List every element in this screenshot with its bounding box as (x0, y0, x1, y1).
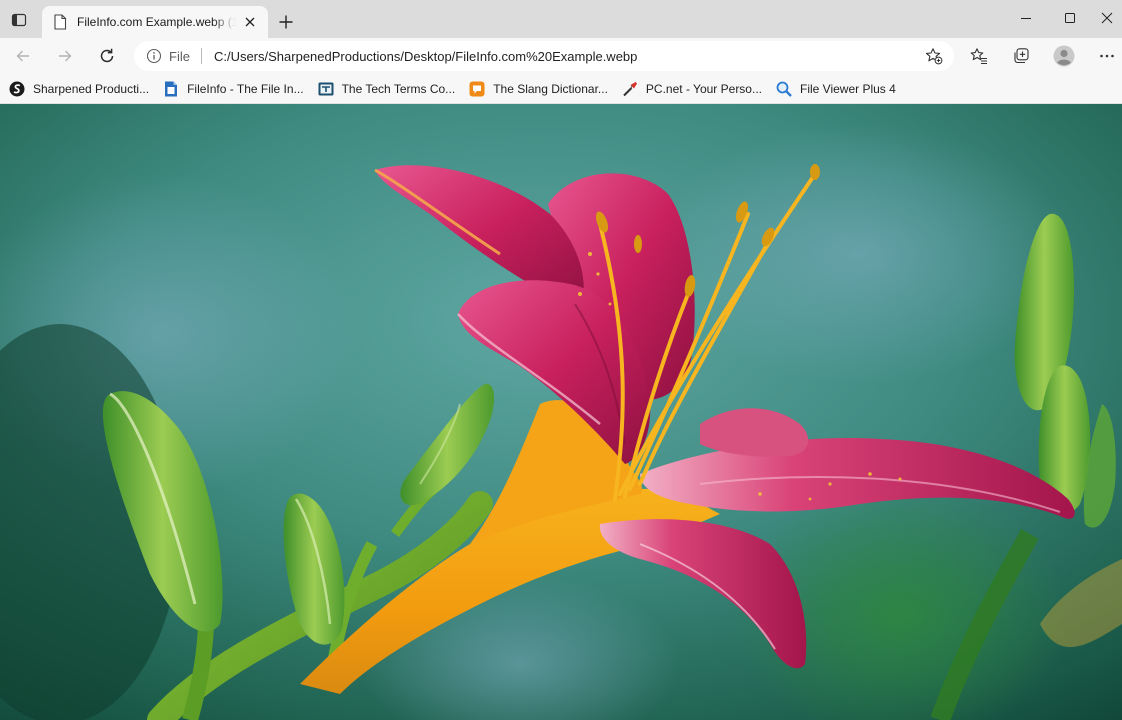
add-favorite-button[interactable] (924, 46, 944, 66)
active-tab[interactable]: FileInfo.com Example.webp (192 (42, 6, 268, 38)
favorite-item-fileinfo[interactable]: FileInfo - The File In... (163, 77, 310, 101)
flower-photo (0, 104, 1122, 720)
collections-icon (1014, 48, 1029, 64)
arrow-right-icon (59, 50, 72, 62)
url-text[interactable]: C:/Users/SharpenedProductions/Desktop/Fi… (214, 49, 637, 64)
refresh-icon (100, 48, 114, 63)
address-divider (200, 48, 202, 64)
plus-icon (279, 15, 293, 29)
maximize-button[interactable] (1047, 0, 1093, 36)
favorite-item-sharpened[interactable]: Sharpened Producti... (9, 77, 155, 101)
fileinfo-icon (163, 81, 179, 97)
tab-close-button[interactable] (240, 12, 260, 32)
minimize-icon (1021, 18, 1031, 19)
close-icon (245, 17, 255, 27)
favorite-item-slang[interactable]: The Slang Dictionar... (469, 77, 614, 101)
maximize-icon (1065, 13, 1075, 23)
tab-actions-icon (11, 13, 27, 27)
favorite-label: File Viewer Plus 4 (799, 81, 896, 96)
close-icon (1101, 12, 1112, 24)
tab-title: FileInfo.com Example.webp (192 (77, 15, 236, 29)
slang-icon (469, 81, 485, 97)
info-icon (146, 48, 162, 64)
tab-strip: FileInfo.com Example.webp (192 (0, 0, 1122, 38)
collections-button[interactable] (1007, 42, 1035, 70)
favorite-label: The Slang Dictionar... (493, 81, 608, 96)
favorite-label: The Tech Terms Co... (341, 81, 456, 96)
back-button[interactable] (9, 42, 37, 70)
magnifier-icon (776, 81, 792, 97)
arrow-left-icon (16, 50, 29, 62)
refresh-button[interactable] (93, 42, 121, 70)
forward-button[interactable] (51, 42, 79, 70)
favorite-item-techterms[interactable]: The Tech Terms Co... (318, 77, 462, 101)
more-icon (1100, 54, 1114, 58)
favorites-list-icon (970, 48, 987, 65)
pcnet-icon (622, 81, 638, 97)
site-info-button[interactable]: File (146, 41, 190, 71)
techterms-icon (318, 81, 334, 97)
favorite-label: PC.net - Your Perso... (645, 81, 762, 96)
favorite-item-fileviewer[interactable]: File Viewer Plus 4 (776, 77, 902, 101)
image-viewport (0, 104, 1122, 720)
window-close-button[interactable] (1091, 0, 1122, 36)
address-bar[interactable]: File C:/Users/SharpenedProductions/Deskt… (134, 41, 954, 71)
avatar-icon (1053, 45, 1075, 67)
new-tab-button[interactable] (274, 10, 298, 34)
favorite-item-pcnet[interactable]: PC.net - Your Perso... (622, 77, 768, 101)
file-icon (52, 14, 68, 30)
sharpened-icon (9, 81, 25, 97)
favorite-label: FileInfo - The File In... (187, 81, 304, 96)
settings-menu-button[interactable] (1093, 42, 1121, 70)
favorite-label: Sharpened Producti... (33, 81, 150, 96)
minimize-button[interactable] (1003, 0, 1049, 36)
favorites-button[interactable] (965, 42, 993, 70)
toolbar: File C:/Users/SharpenedProductions/Deskt… (0, 38, 1122, 74)
favorites-bar: Sharpened Producti... FileInfo - The Fil… (0, 74, 1122, 104)
star-add-icon (925, 48, 943, 65)
profile-button[interactable] (1050, 42, 1078, 70)
site-info-label: File (169, 48, 190, 64)
tab-actions-button[interactable] (6, 8, 32, 32)
